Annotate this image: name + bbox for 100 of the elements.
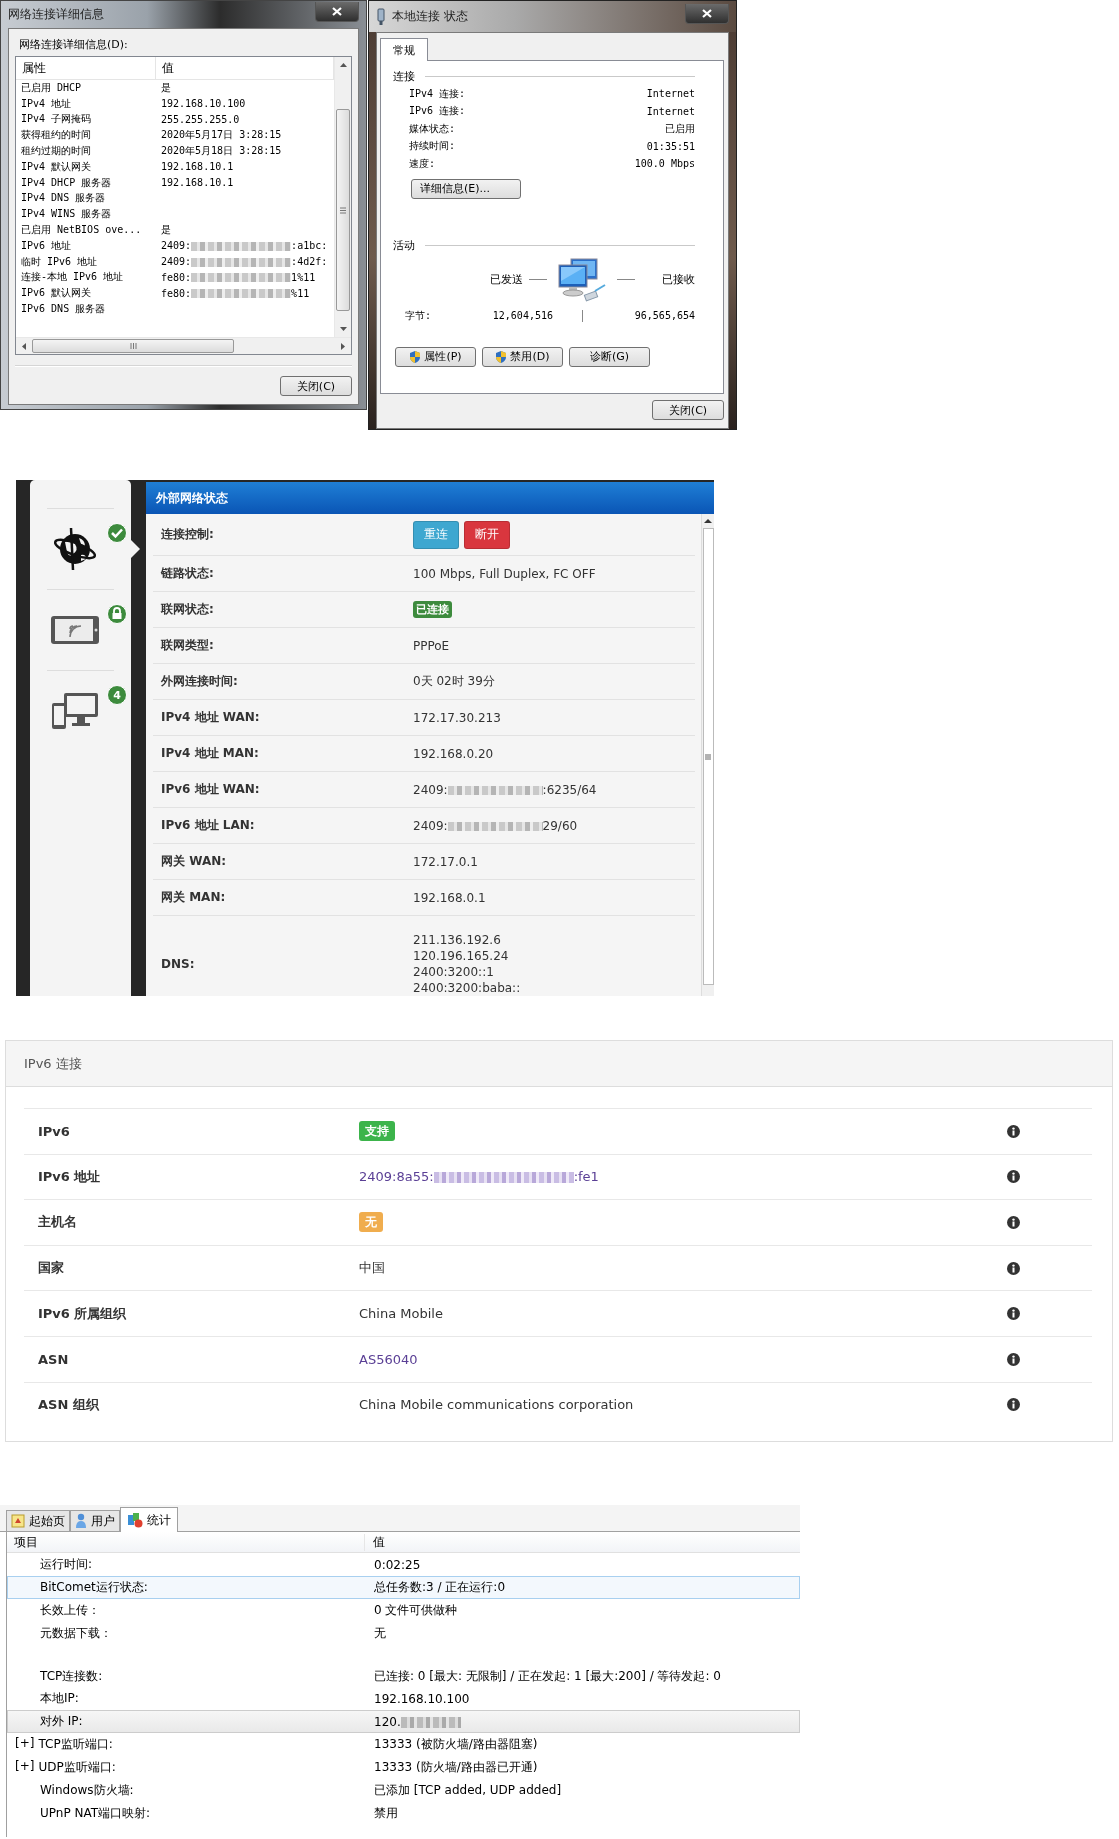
table-cell-text: 获得租约的时间 <box>20 128 92 143</box>
table-cell-text: IPv6 默认网关 <box>20 286 93 301</box>
tab[interactable]: 用户 <box>70 1510 120 1531</box>
table-cell-text: 已启用 NetBIOS ove... <box>20 223 143 238</box>
scrollbar-thumb[interactable] <box>32 339 234 353</box>
table-cell-text: 临时 IPv6 地址 <box>20 254 99 269</box>
network-adapter-icon <box>376 7 386 26</box>
column-header[interactable]: 属性 <box>16 57 156 79</box>
value-link[interactable]: AS56040 <box>359 1351 418 1367</box>
field-value: 192.168.0.1 <box>413 890 486 905</box>
field-label: ASN 组织 <box>37 1395 100 1414</box>
column-header[interactable]: 项目 <box>7 1533 365 1551</box>
item-value: 总任务数:3 / 正在运行:0 <box>373 1579 506 1596</box>
table-cell-text: 255.255.255.0 <box>160 114 241 125</box>
bytes-received: 96,565,654 <box>634 310 695 321</box>
field-label: 连接控制: <box>160 526 215 543</box>
expand-toggle[interactable]: [+] <box>15 1736 35 1753</box>
list-row[interactable]: 长效上传： 0 文件可供做种 <box>7 1599 800 1622</box>
stats-icon <box>127 1512 143 1528</box>
list-row[interactable]: 元数据下载： 无 <box>7 1622 800 1645</box>
table-cell-text: 2409: :a1bc: <box>160 240 329 252</box>
field-value: China Mobile <box>359 1306 443 1322</box>
list-row[interactable]: [+] TCP监听端口: 13333 (被防火墙/路由器阻塞) <box>7 1733 800 1756</box>
list-row[interactable]: TCP连接数: 已连接: 0 [最大: 无限制] / 正在发起: 1 [最大:200] / 等待发起: 0 <box>7 1645 800 1687</box>
item-value: 192.168.10.100 <box>373 1691 470 1706</box>
info-icon[interactable] <box>1007 1352 1020 1366</box>
section-heading: 活动 <box>393 238 415 253</box>
field-label: 联网类型: <box>159 637 215 654</box>
section-heading: 连接 <box>393 68 415 84</box>
field-label: DNS: <box>160 957 196 971</box>
item-label: UPnP NAT端口映射: <box>40 1805 151 1822</box>
close-button[interactable] <box>315 1 359 22</box>
table-cell-text: IPv4 DHCP 服务器 <box>20 175 113 190</box>
received-label: 已接收 <box>662 272 695 287</box>
scrollbar[interactable] <box>16 337 351 354</box>
info-icon[interactable] <box>1007 1261 1020 1275</box>
item-value: 0 文件可供做种 <box>373 1602 458 1619</box>
table-cell-text: IPv4 WINS 服务器 <box>20 207 113 222</box>
grip-icon <box>340 206 346 214</box>
list-row[interactable]: Windows防火墙: 已添加 [TCP added, UDP added] <box>7 1779 800 1802</box>
item-value: 0:02:25 <box>373 1557 421 1572</box>
info-icon[interactable] <box>1007 1307 1020 1321</box>
tab[interactable]: 统计 <box>120 1507 178 1532</box>
sidebar-item[interactable]: 4 <box>30 671 140 751</box>
scroll-right-icon[interactable] <box>339 341 347 351</box>
field-value: 2409: 29/60 <box>413 818 578 833</box>
item-label: TCP监听端口: <box>38 1736 113 1753</box>
table-cell-text: 已启用 DHCP <box>20 80 83 95</box>
list-row[interactable]: BitComet运行状态: 总任务数:3 / 正在运行:0 <box>7 1576 800 1599</box>
info-icon[interactable] <box>1007 1216 1020 1229</box>
close-button[interactable] <box>685 3 729 24</box>
grip-icon <box>129 343 137 349</box>
list-row[interactable]: UPnP NAT端口映射: 禁用 <box>7 1802 800 1825</box>
scroll-up-icon[interactable] <box>704 518 712 524</box>
status-badge: 已连接 <box>413 601 452 618</box>
scrollbar[interactable] <box>334 57 351 337</box>
window-title: 网络连接详细信息 <box>8 6 104 23</box>
dialog-button[interactable]: 禁用(D) <box>482 346 563 367</box>
field-value: 01:35:51 <box>646 140 695 152</box>
field-label: IPv6 <box>37 1123 71 1139</box>
info-icon[interactable] <box>1007 1398 1020 1412</box>
scroll-up-icon[interactable] <box>338 61 348 69</box>
list-row[interactable]: 本地IP: 192.168.10.100 <box>7 1687 800 1710</box>
field-label: IPv4 地址 MAN: <box>160 745 260 762</box>
lock-badge-icon <box>107 604 127 624</box>
field-value: 100.0 Mbps <box>634 158 695 170</box>
scrollbar-thumb[interactable] <box>336 109 350 311</box>
field-label: IPv6 地址 LAN: <box>160 817 256 834</box>
expand-toggle[interactable]: [+] <box>15 1759 35 1776</box>
info-icon[interactable] <box>1007 1170 1020 1184</box>
user-icon <box>75 1513 87 1529</box>
field-label: 速度: <box>409 156 436 171</box>
value-link[interactable]: 2409:8a55: :fe1 <box>359 1169 599 1185</box>
info-icon[interactable] <box>1007 1124 1020 1138</box>
status-badge: 无 <box>359 1212 383 1232</box>
details-button[interactable]: 详细信息(E)... <box>411 178 521 199</box>
list-row[interactable]: [+] UDP监听端口: 13333 (防火墙/路由器已开通) <box>7 1756 800 1779</box>
field-label: 国家 <box>37 1259 65 1278</box>
tab[interactable]: 常规 <box>380 38 428 61</box>
dialog-button[interactable]: 属性(P) <box>395 346 476 367</box>
close-button[interactable]: 关闭(C) <box>652 400 724 420</box>
scroll-down-icon[interactable] <box>338 325 348 333</box>
dialog-button[interactable]: 诊断(G) <box>569 346 650 367</box>
list-row[interactable]: 对外 IP: 120. <box>7 1710 800 1733</box>
tab[interactable]: 起始页 <box>6 1510 70 1531</box>
item-label: TCP连接数: <box>40 1668 103 1685</box>
column-header[interactable]: 值 <box>365 1533 385 1551</box>
scroll-left-icon[interactable] <box>20 341 28 351</box>
page-icon <box>11 1514 25 1528</box>
item-label: 元数据下载： <box>40 1625 112 1642</box>
action-button[interactable]: 断开 <box>464 520 510 549</box>
item-value: 13333 (被防火墙/路由器阻塞) <box>373 1736 538 1753</box>
table-cell-text: fe80: 1%11 <box>160 271 317 283</box>
field-label: 外网连接时间: <box>160 673 239 690</box>
close-button[interactable]: 关闭(C) <box>280 376 352 396</box>
field-value: PPPoE <box>413 638 450 653</box>
tablet-icon <box>49 615 100 645</box>
list-row[interactable]: 运行时间: 0:02:25 <box>7 1553 800 1576</box>
field-label: IPv4 连接: <box>409 86 466 101</box>
table-cell-text: IPv4 地址 <box>20 96 73 111</box>
